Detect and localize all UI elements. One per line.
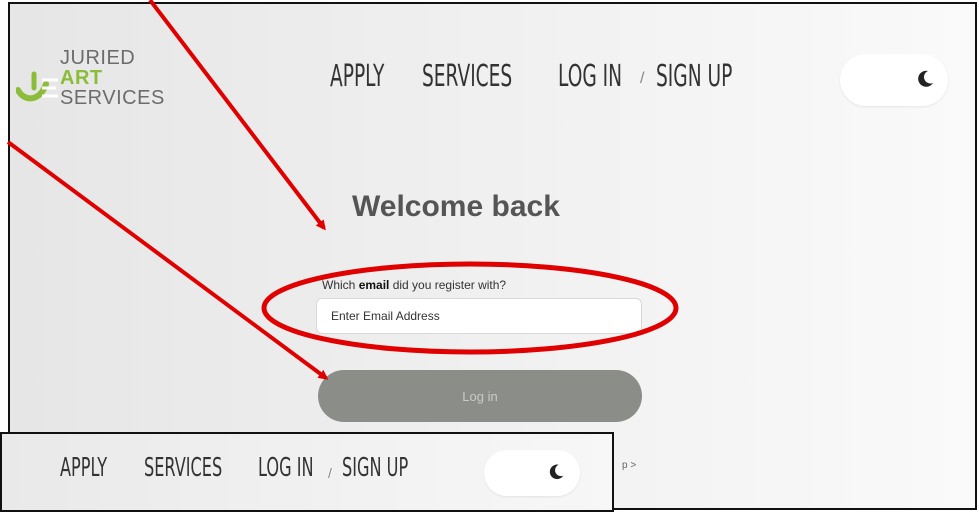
theme-toggle[interactable] (840, 54, 948, 106)
inset-nav-screenshot: APPLY SERVICES LOG IN / SIGN UP (0, 432, 614, 512)
email-label-suffix: did you register with? (389, 278, 507, 292)
inset-nav: APPLY SERVICES LOG IN / SIGN UP (60, 448, 426, 498)
inset-nav-separator: / (328, 465, 332, 481)
nav-apply-link[interactable]: APPLY (330, 59, 384, 94)
email-label-prefix: Which (322, 278, 359, 292)
logo-mark-icon (16, 71, 58, 102)
brand-line-3: SERVICES (60, 87, 165, 109)
brand-name: JURIED ART SERVICES (60, 48, 165, 108)
nav-login-link[interactable]: LOG IN (558, 59, 622, 94)
brand-line-2: ART (60, 67, 103, 89)
partial-link-text[interactable]: p > (622, 460, 636, 471)
nav-services-link[interactable]: SERVICES (422, 59, 512, 94)
nav-separator: / (640, 70, 645, 87)
email-label-bold: email (358, 278, 390, 292)
inset-nav-login-link[interactable]: LOG IN (258, 453, 314, 483)
brand-line-1: JURIED (60, 47, 136, 69)
inset-nav-signup-link[interactable]: SIGN UP (342, 453, 408, 483)
login-button[interactable]: Log in (318, 370, 642, 422)
email-input[interactable] (316, 298, 642, 334)
inset-theme-toggle[interactable] (484, 450, 580, 496)
inset-nav-apply-link[interactable]: APPLY (60, 453, 107, 483)
moon-icon (918, 70, 933, 87)
top-nav: APPLY SERVICES LOG IN / SIGN UP (330, 54, 756, 104)
brand-logo[interactable]: JURIED ART SERVICES (16, 48, 176, 110)
nav-signup-link[interactable]: SIGN UP (656, 59, 732, 94)
inset-nav-services-link[interactable]: SERVICES (144, 453, 222, 483)
email-field-label: Which email did you register with? (322, 278, 506, 292)
inset-moon-icon (549, 464, 564, 480)
page-title: Welcome back (352, 190, 560, 223)
